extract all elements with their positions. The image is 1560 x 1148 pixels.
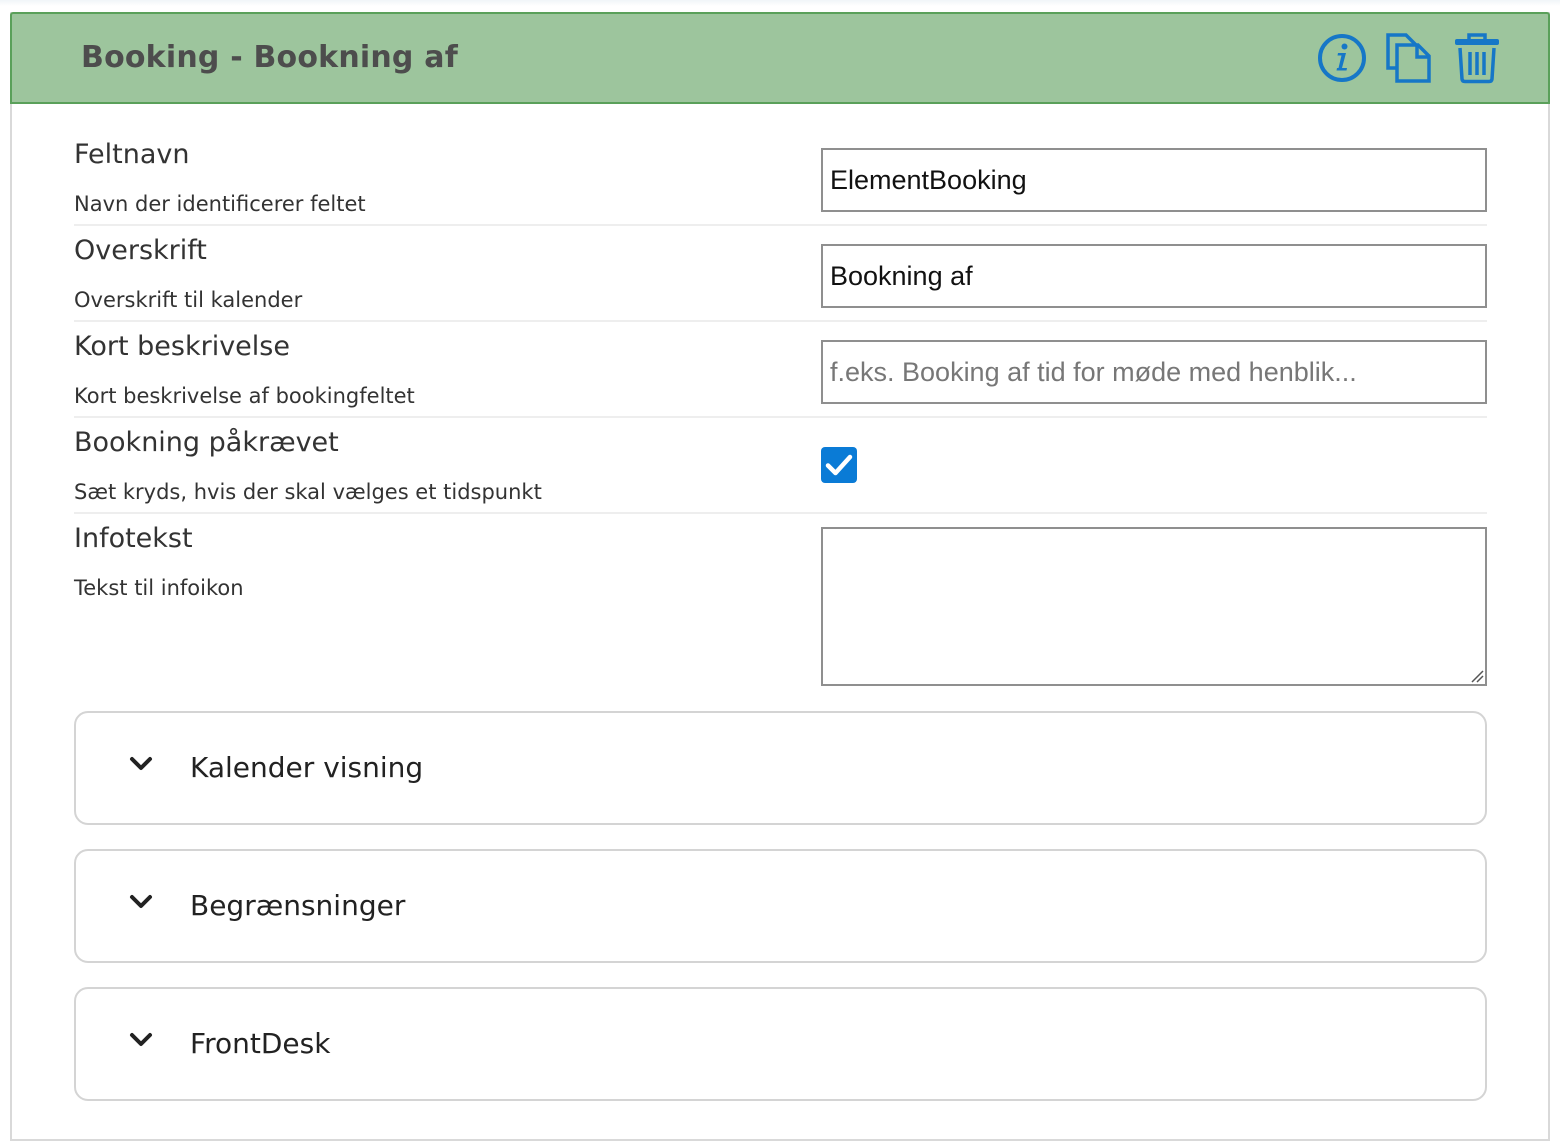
overskrift-help: Overskrift til kalender	[74, 288, 303, 312]
field-row-bookning-paakraevet: Bookning påkrævet Sæt kryds, hvis der sk…	[74, 418, 1487, 514]
feltnavn-input[interactable]	[821, 148, 1487, 212]
kort-beskrivelse-label: Kort beskrivelse	[74, 331, 290, 362]
bookning-paakraevet-label: Bookning påkrævet	[74, 427, 339, 458]
copy-icon[interactable]	[1384, 32, 1434, 88]
checkmark-icon	[825, 454, 853, 476]
resize-grip-icon[interactable]	[1470, 669, 1484, 683]
kort-beskrivelse-input[interactable]	[821, 340, 1487, 404]
infotekst-label: Infotekst	[74, 523, 193, 554]
field-row-overskrift: Overskrift Overskrift til kalender	[74, 226, 1487, 322]
bookning-paakraevet-checkbox[interactable]	[821, 447, 857, 483]
trash-icon[interactable]	[1452, 32, 1502, 88]
infotekst-textarea-wrapper	[821, 527, 1487, 686]
section-label: Kalender visning	[190, 751, 424, 784]
page-top-shadow	[0, 0, 1560, 6]
infotekst-textarea[interactable]	[821, 527, 1487, 686]
panel-title: Booking - Bookning af	[81, 40, 458, 75]
infotekst-help: Tekst til infoikon	[74, 576, 244, 600]
field-row-kort-beskrivelse: Kort beskrivelse Kort beskrivelse af boo…	[74, 322, 1487, 418]
feltnavn-label: Feltnavn	[74, 139, 190, 170]
chevron-down-icon	[130, 895, 152, 908]
section-label: FrontDesk	[190, 1027, 331, 1060]
booking-field-panel: Booking - Bookning af Feltnavn Navn der …	[10, 12, 1550, 1141]
chevron-down-icon	[130, 757, 152, 770]
chevron-down-icon	[130, 1033, 152, 1046]
section-label: Begrænsninger	[190, 889, 406, 922]
kort-beskrivelse-help: Kort beskrivelse af bookingfeltet	[74, 384, 415, 408]
section-begraensninger[interactable]: Begrænsninger	[74, 849, 1487, 963]
info-icon[interactable]	[1317, 32, 1367, 88]
field-row-feltnavn: Feltnavn Navn der identificerer feltet	[74, 130, 1487, 226]
section-frontdesk[interactable]: FrontDesk	[74, 987, 1487, 1101]
overskrift-label: Overskrift	[74, 235, 207, 266]
section-kalender-visning[interactable]: Kalender visning	[74, 711, 1487, 825]
feltnavn-help: Navn der identificerer feltet	[74, 192, 366, 216]
field-row-infotekst: Infotekst Tekst til infoikon	[74, 514, 1487, 694]
bookning-paakraevet-help: Sæt kryds, hvis der skal vælges et tidsp…	[74, 480, 542, 504]
overskrift-input[interactable]	[821, 244, 1487, 308]
panel-header: Booking - Bookning af	[10, 12, 1550, 104]
